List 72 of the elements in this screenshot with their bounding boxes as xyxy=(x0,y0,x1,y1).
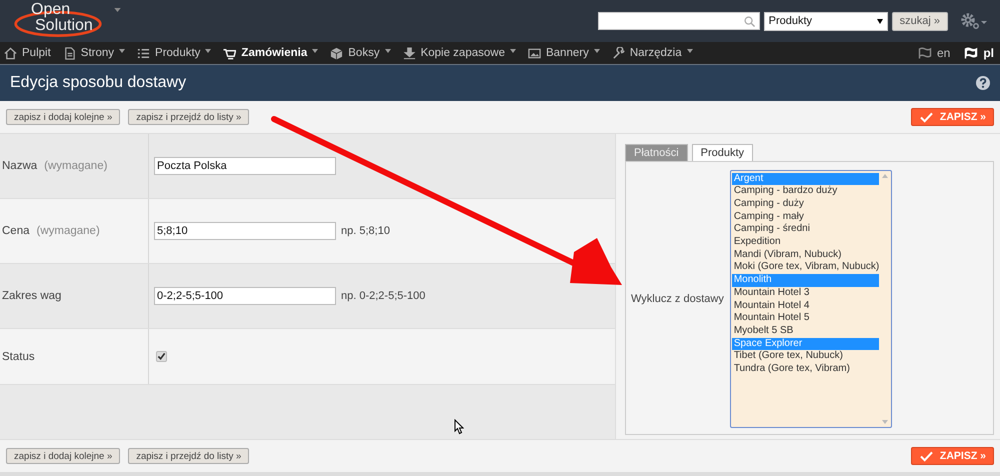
nav-label: Pulpit xyxy=(22,47,51,59)
language-item[interactable]: en xyxy=(918,46,950,60)
flag-icon xyxy=(964,47,978,59)
home-icon xyxy=(4,46,17,60)
required-hint: (wymagane) xyxy=(44,160,108,172)
nav-item[interactable]: Strony xyxy=(62,46,126,60)
caret-icon[interactable] xyxy=(114,8,121,12)
nav-label: Strony xyxy=(80,47,114,59)
nav-item[interactable]: Boksy xyxy=(330,46,391,60)
cursor-icon xyxy=(454,419,464,435)
scope-dropdown[interactable]: Produkty xyxy=(764,12,888,30)
example-text: np. 0-2;2-5;5-100 xyxy=(341,290,426,302)
field-label: Cena xyxy=(2,225,30,237)
image-icon xyxy=(528,46,541,60)
checkbox[interactable] xyxy=(156,351,167,362)
text-field[interactable]: 0-2;2-5;5-100 xyxy=(154,287,336,305)
check-icon xyxy=(920,450,933,462)
page-icon xyxy=(62,46,76,60)
wrench-icon xyxy=(612,46,625,60)
cart-icon xyxy=(223,46,236,60)
list-option[interactable]: Mountain Hotel 5 xyxy=(732,312,880,325)
list-option[interactable]: Mandi (Vibram, Nubuck) xyxy=(732,248,880,262)
toolbar-button[interactable]: zapisz i przejdź do listy » xyxy=(128,448,250,464)
cube-icon xyxy=(330,46,344,60)
nav-label: Boksy xyxy=(348,47,380,59)
search-button[interactable]: szukaj » xyxy=(892,12,948,30)
list-option[interactable]: Camping - duży xyxy=(732,198,880,211)
nav-label: Kopie zapasowe xyxy=(420,47,505,59)
language-item[interactable]: pl xyxy=(964,46,994,60)
nav-item[interactable]: Bannery xyxy=(528,46,600,60)
required-hint: (wymagane) xyxy=(36,225,100,237)
field-label: Status xyxy=(2,350,35,362)
settings-icon[interactable] xyxy=(960,12,988,30)
example-text: np. 5;8;10 xyxy=(341,225,390,237)
flag-icon xyxy=(918,47,932,59)
toolbar-button[interactable]: zapisz i przejdź do listy » xyxy=(128,109,250,125)
tab[interactable]: Produkty xyxy=(692,144,754,161)
toolbar-button[interactable]: zapisz i dodaj kolejne » xyxy=(6,448,120,464)
list-option[interactable]: Moki (Gore tex, Vibram, Nubuck) xyxy=(732,261,880,274)
help-icon[interactable] xyxy=(976,76,990,90)
search-icon xyxy=(744,16,755,26)
list-option[interactable]: Mountain Hotel 4 xyxy=(732,300,880,312)
multi-select-list[interactable] xyxy=(730,170,892,428)
nav-label: Bannery xyxy=(546,47,589,59)
caret-icon xyxy=(876,18,883,24)
nav-label: Produkty xyxy=(155,47,200,59)
nav-label: Zamówienia xyxy=(241,47,308,59)
list-option[interactable]: Myobelt 5 SB xyxy=(732,324,880,338)
toolbar-button[interactable]: zapisz i dodaj kolejne » xyxy=(6,109,120,125)
list-option[interactable]: Camping - mały xyxy=(732,210,880,224)
list-icon xyxy=(137,46,150,60)
field-label: Nazwa xyxy=(2,160,38,172)
nav-item[interactable]: Zamówienia xyxy=(223,46,318,60)
search-field[interactable] xyxy=(598,12,760,30)
nav-item[interactable]: Narzędzia xyxy=(612,46,693,60)
list-option[interactable]: Camping - bardzo duży xyxy=(732,185,880,198)
download-icon xyxy=(402,46,416,60)
text-field[interactable]: Poczta Polska xyxy=(154,157,336,175)
list-option[interactable]: Mountain Hotel 3 xyxy=(732,286,880,300)
nav-item[interactable]: Kopie zapasowe xyxy=(402,46,516,60)
nav-item[interactable]: Pulpit xyxy=(4,46,51,60)
list-option[interactable]: Camping - średni xyxy=(732,223,880,236)
page-title: Edycja sposobu dostawy xyxy=(10,74,186,92)
nav-label: Narzędzia xyxy=(630,47,682,59)
nav-item[interactable]: Produkty xyxy=(137,46,212,60)
check-icon xyxy=(920,112,933,122)
list-option[interactable]: Tundra (Gore tex, Vibram) xyxy=(732,363,880,376)
list-option[interactable]: Expedition xyxy=(732,236,880,249)
list-option[interactable]: Tibet (Gore tex, Nubuck) xyxy=(732,350,880,364)
text-field[interactable]: 5;8;10 xyxy=(154,222,336,240)
field-label: Wyklucz z dostawy xyxy=(631,292,724,304)
field-label: Zakres wag xyxy=(2,290,62,302)
